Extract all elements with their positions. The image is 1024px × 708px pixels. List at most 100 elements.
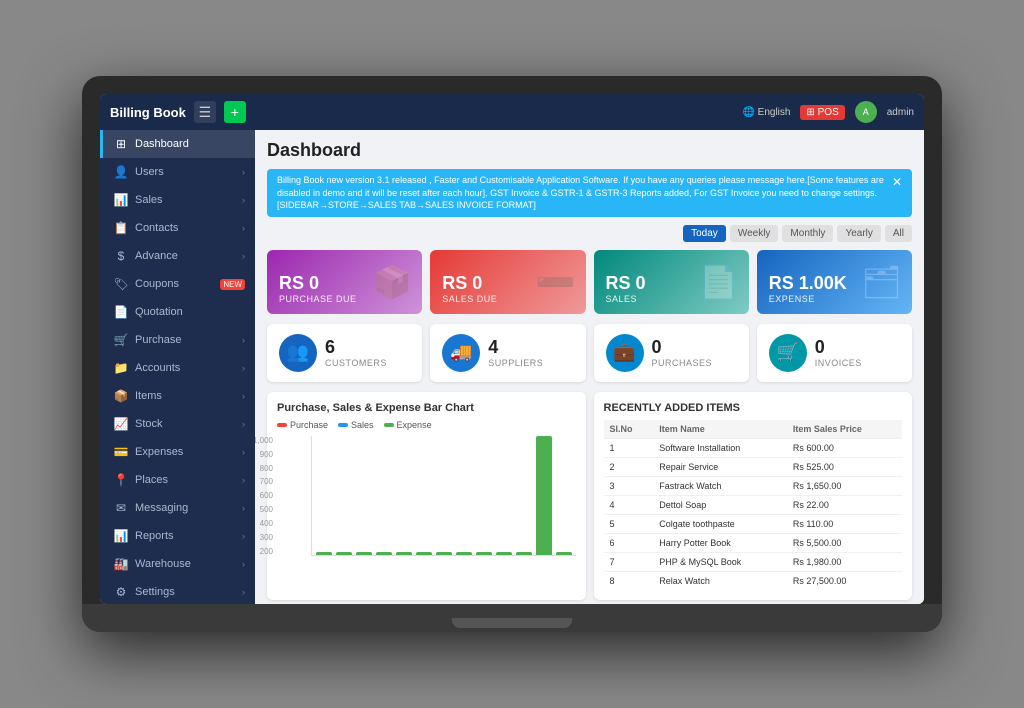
customers-label: CUSTOMERS — [325, 358, 387, 368]
stats-row: 📦 RS 0 PURCHASE DUE ➖ RS 0 SALES DUE 📄 R… — [267, 250, 912, 314]
info-card-customers[interactable]: 👥 6 CUSTOMERS — [267, 324, 422, 382]
sidebar-item-accounts[interactable]: 📁 Accounts › — [100, 354, 255, 382]
laptop-frame: Billing Book ☰ + 🌐 English ⊞ POS A admin… — [82, 76, 942, 632]
sidebar-label-expenses: Expenses — [135, 446, 236, 458]
bar-13 — [556, 552, 572, 554]
menu-button[interactable]: ☰ — [194, 101, 216, 123]
add-button[interactable]: + — [224, 101, 246, 123]
stock-icon: 📈 — [113, 417, 129, 431]
purchases-label: PURCHASES — [652, 358, 713, 368]
cell-sl: 5 — [604, 514, 654, 533]
chevron-icon: › — [242, 559, 245, 569]
bar-11 — [516, 552, 532, 554]
bar-4 — [376, 552, 392, 554]
chevron-icon: › — [242, 167, 245, 177]
info-card-purchases[interactable]: 💼 0 PURCHASES — [594, 324, 749, 382]
info-card-suppliers[interactable]: 🚚 4 SUPPLIERS — [430, 324, 585, 382]
table-row: 6 Harry Potter Book Rs 5,500.00 — [604, 533, 903, 552]
sidebar-item-warehouse[interactable]: 🏭 Warehouse › — [100, 550, 255, 578]
customers-icon: 👥 — [279, 334, 317, 372]
alert-close[interactable]: ✕ — [892, 174, 902, 191]
bar-8 — [456, 552, 472, 554]
settings-icon: ⚙ — [113, 585, 129, 599]
alert-banner: ✕ Billing Book new version 3.1 released … — [267, 169, 912, 217]
cell-name: Repair Service — [653, 457, 787, 476]
sidebar-item-contacts[interactable]: 📋 Contacts › — [100, 214, 255, 242]
bar-7 — [436, 552, 452, 554]
app-container: Billing Book ☰ + 🌐 English ⊞ POS A admin… — [100, 94, 924, 604]
sidebar: ⊞ Dashboard 👤 Users › 📊 Sales › 📋 — [100, 130, 255, 604]
sidebar-item-messaging[interactable]: ✉ Messaging › — [100, 494, 255, 522]
table-row: 3 Fastrack Watch Rs 1,650.00 — [604, 476, 903, 495]
sidebar-item-items[interactable]: 📦 Items › — [100, 382, 255, 410]
filter-all[interactable]: All — [885, 225, 912, 242]
purchases-card-icon: 💼 — [606, 334, 644, 372]
sidebar-item-stock[interactable]: 📈 Stock › — [100, 410, 255, 438]
chevron-icon: › — [242, 419, 245, 429]
sidebar-label-dashboard: Dashboard — [135, 138, 245, 150]
purchase-dot — [277, 423, 287, 427]
cell-name: PHP & MySQL Book — [653, 552, 787, 571]
sales-icon: 📊 — [113, 193, 129, 207]
sidebar-item-settings[interactable]: ⚙ Settings › — [100, 578, 255, 604]
cell-name: Software Installation — [653, 438, 787, 457]
filter-monthly[interactable]: Monthly — [782, 225, 833, 242]
sales-dot — [338, 423, 348, 427]
table-row: 1 Software Installation Rs 600.00 — [604, 438, 903, 457]
col-slno: Sl.No — [604, 420, 654, 439]
bar-5 — [396, 552, 412, 554]
filter-yearly[interactable]: Yearly — [837, 225, 880, 242]
filter-today[interactable]: Today — [683, 225, 726, 242]
sidebar-item-advance[interactable]: $ Advance › — [100, 242, 255, 270]
filter-weekly[interactable]: Weekly — [730, 225, 779, 242]
sales-due-value: RS 0 — [442, 273, 573, 294]
legend-sales: Sales — [338, 420, 374, 430]
cell-name: Fastrack Watch — [653, 476, 787, 495]
chart-title: Purchase, Sales & Expense Bar Chart — [277, 402, 576, 414]
content-area: Dashboard ✕ Billing Book new version 3.1… — [255, 130, 924, 604]
cell-name: Relax Watch — [653, 571, 787, 590]
sidebar-label-items: Items — [135, 390, 236, 402]
bar-10 — [496, 552, 512, 554]
purchases-data: 0 PURCHASES — [652, 337, 713, 368]
pos-button[interactable]: ⊞ POS — [800, 105, 844, 120]
invoices-count: 0 — [815, 337, 862, 358]
cell-price: Rs 22.00 — [787, 495, 902, 514]
app-logo: Billing Book — [110, 105, 186, 120]
legend-purchase: Purchase — [277, 420, 328, 430]
y-axis-labels: 1,000 900 800 700 600 500 400 300 200 — [255, 436, 273, 556]
items-title: RECENTLY ADDED ITEMS — [604, 402, 903, 414]
invoices-label: INVOICES — [815, 358, 862, 368]
cell-price: Rs 1,650.00 — [787, 476, 902, 495]
sidebar-item-reports[interactable]: 📊 Reports › — [100, 522, 255, 550]
stat-card-sales: 📄 RS 0 SALES — [594, 250, 749, 314]
sidebar-label-accounts: Accounts — [135, 362, 236, 374]
info-card-invoices[interactable]: 🛒 0 INVOICES — [757, 324, 912, 382]
bar-9 — [476, 552, 492, 554]
cell-price: Rs 110.00 — [787, 514, 902, 533]
quotation-icon: 📄 — [113, 305, 129, 319]
sidebar-item-coupons[interactable]: 🏷 Coupons NEW — [100, 270, 255, 298]
cell-name: Colgate toothpaste — [653, 514, 787, 533]
sidebar-item-purchase[interactable]: 🛒 Purchase › — [100, 326, 255, 354]
sidebar-item-expenses[interactable]: 💳 Expenses › — [100, 438, 255, 466]
alert-text: Billing Book new version 3.1 released , … — [277, 175, 884, 210]
invoices-data: 0 INVOICES — [815, 337, 862, 368]
sidebar-item-sales[interactable]: 📊 Sales › — [100, 186, 255, 214]
sidebar-item-dashboard[interactable]: ⊞ Dashboard — [100, 130, 255, 158]
reports-icon: 📊 — [113, 529, 129, 543]
page-title: Dashboard — [267, 140, 912, 161]
suppliers-icon: 🚚 — [442, 334, 480, 372]
cell-price: Rs 600.00 — [787, 438, 902, 457]
top-bar-right: 🌐 English ⊞ POS A admin — [742, 101, 914, 123]
filter-row: Today Weekly Monthly Yearly All — [267, 225, 912, 242]
sidebar-item-places[interactable]: 📍 Places › — [100, 466, 255, 494]
stat-card-purchase-due: 📦 RS 0 PURCHASE DUE — [267, 250, 422, 314]
sidebar-item-quotation[interactable]: 📄 Quotation — [100, 298, 255, 326]
language-selector[interactable]: 🌐 English — [742, 107, 790, 118]
expense-label: EXPENSE — [769, 294, 900, 304]
chart-section: Purchase, Sales & Expense Bar Chart Purc… — [267, 392, 586, 600]
new-badge: NEW — [220, 279, 245, 290]
invoices-icon: 🛒 — [769, 334, 807, 372]
sidebar-item-users[interactable]: 👤 Users › — [100, 158, 255, 186]
